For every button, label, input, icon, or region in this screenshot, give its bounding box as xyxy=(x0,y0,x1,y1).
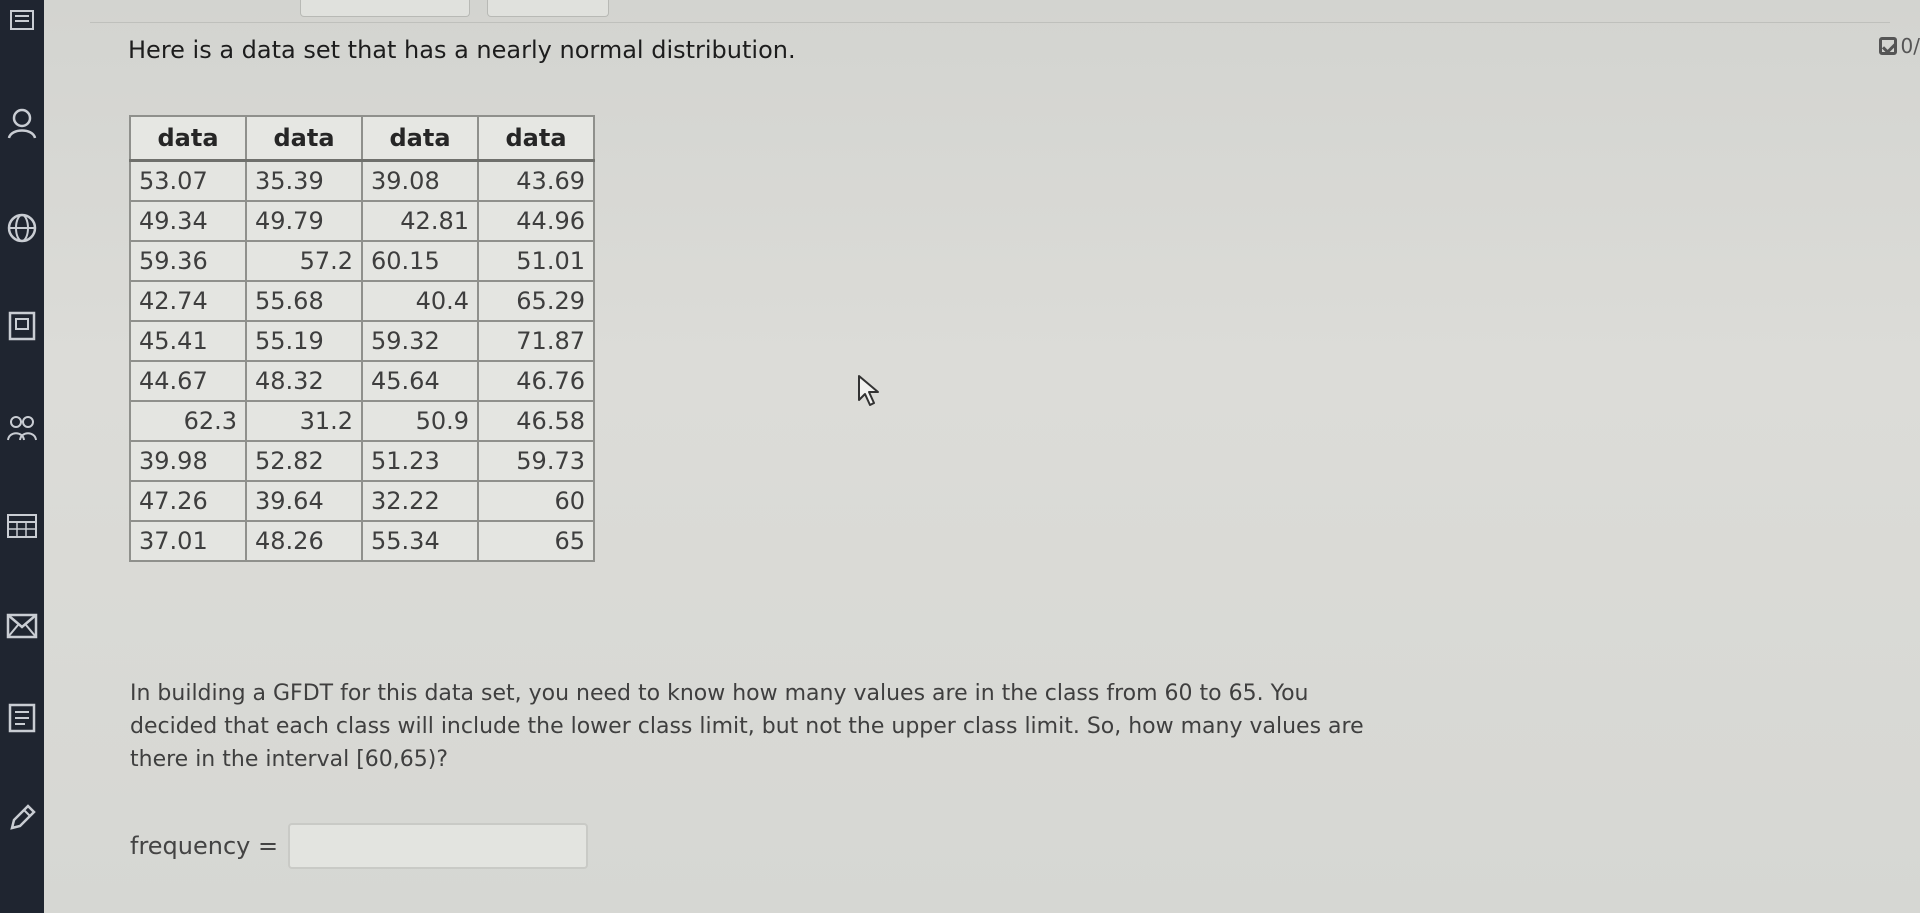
document-icon[interactable] xyxy=(0,690,44,746)
table-cell: 39.08 xyxy=(361,159,479,202)
table-cell: 50.9 xyxy=(361,399,479,442)
people-icon[interactable] xyxy=(0,400,44,456)
table-cell: 65 xyxy=(477,519,595,562)
table-cell: 71.87 xyxy=(477,319,595,362)
table-cell: 60.15 xyxy=(361,239,479,282)
table-cell: 57.2 xyxy=(245,239,363,282)
table-cell: 40.4 xyxy=(361,279,479,322)
table-row: 39.98 52.82 51.23 59.73 xyxy=(129,439,595,482)
user-icon[interactable] xyxy=(0,95,44,151)
table-cell: 59.73 xyxy=(477,439,595,482)
left-icon-rail xyxy=(0,0,44,913)
pencil-icon[interactable] xyxy=(0,790,44,846)
table-cell: 65.29 xyxy=(477,279,595,322)
table-cell: 44.67 xyxy=(129,359,247,402)
table-row: 47.26 39.64 32.22 60 xyxy=(129,479,595,522)
table-cell: 47.26 xyxy=(129,479,247,522)
table-cell: 51.23 xyxy=(361,439,479,482)
question-text: In building a GFDT for this data set, yo… xyxy=(130,681,1364,772)
table-cell: 46.76 xyxy=(477,359,595,402)
table-cell: 59.32 xyxy=(361,319,479,362)
table-row: 53.07 35.39 39.08 43.69 xyxy=(129,159,595,202)
column-header: data xyxy=(361,115,479,162)
table-cell: 62.3 xyxy=(129,399,247,442)
table-header-row: data data data data xyxy=(129,115,595,162)
table-cell: 59.36 xyxy=(129,239,247,282)
book-icon[interactable] xyxy=(0,298,44,354)
progress-status: 0/ xyxy=(1878,34,1920,58)
table-cell: 55.68 xyxy=(245,279,363,322)
progress-label: 0/ xyxy=(1900,34,1920,58)
answer-row: frequency = xyxy=(130,823,589,869)
table-cell: 31.2 xyxy=(245,399,363,442)
table-cell: 37.01 xyxy=(129,519,247,562)
column-header: data xyxy=(129,115,247,162)
table-cell: 35.39 xyxy=(245,159,363,202)
data-table: data data data data 53.07 35.39 39.08 43… xyxy=(129,115,595,562)
globe-icon[interactable] xyxy=(0,200,44,256)
table-cell: 60 xyxy=(477,479,595,522)
table-cell: 32.22 xyxy=(361,479,479,522)
table-cell: 49.34 xyxy=(129,199,247,242)
calendar-icon[interactable] xyxy=(0,498,44,554)
table-cell: 53.07 xyxy=(129,159,247,202)
header-divider xyxy=(90,22,1890,23)
table-row: 37.01 48.26 55.34 65 xyxy=(129,519,595,562)
table-cell: 39.64 xyxy=(245,479,363,522)
top-tab[interactable] xyxy=(300,0,470,17)
table-row: 42.74 55.68 40.4 65.29 xyxy=(129,279,595,322)
column-header: data xyxy=(477,115,595,162)
table-cell: 51.01 xyxy=(477,239,595,282)
frequency-label: frequency = xyxy=(130,832,279,860)
assignment-page: 0/ Here is a data set that has a nearly … xyxy=(0,0,1920,913)
table-cell: 45.64 xyxy=(361,359,479,402)
checkbox-icon xyxy=(1878,37,1897,55)
mail-icon[interactable] xyxy=(0,598,44,654)
column-header: data xyxy=(245,115,363,162)
table-cell: 52.82 xyxy=(245,439,363,482)
table-row: 49.34 49.79 42.81 44.96 xyxy=(129,199,595,242)
table-cell: 43.69 xyxy=(477,159,595,202)
table-cell: 55.19 xyxy=(245,319,363,362)
table-cell: 55.34 xyxy=(361,519,479,562)
table-cell: 44.96 xyxy=(477,199,595,242)
table-row: 44.67 48.32 45.64 46.76 xyxy=(129,359,595,402)
table-row: 59.36 57.2 60.15 51.01 xyxy=(129,239,595,282)
table-cell: 39.98 xyxy=(129,439,247,482)
table-cell: 48.26 xyxy=(245,519,363,562)
mouse-cursor-icon xyxy=(858,375,879,406)
table-cell: 42.74 xyxy=(129,279,247,322)
intro-text: Here is a data set that has a nearly nor… xyxy=(128,36,796,64)
table-row: 45.41 55.19 59.32 71.87 xyxy=(129,319,595,362)
table-row: 62.3 31.2 50.9 46.58 xyxy=(129,399,595,442)
table-cell: 46.58 xyxy=(477,399,595,442)
menu-icon[interactable] xyxy=(0,0,44,40)
table-cell: 45.41 xyxy=(129,319,247,362)
top-tab[interactable] xyxy=(487,0,609,17)
table-cell: 48.32 xyxy=(245,359,363,402)
frequency-input[interactable] xyxy=(288,823,589,869)
table-cell: 42.81 xyxy=(361,199,479,242)
table-cell: 49.79 xyxy=(245,199,363,242)
